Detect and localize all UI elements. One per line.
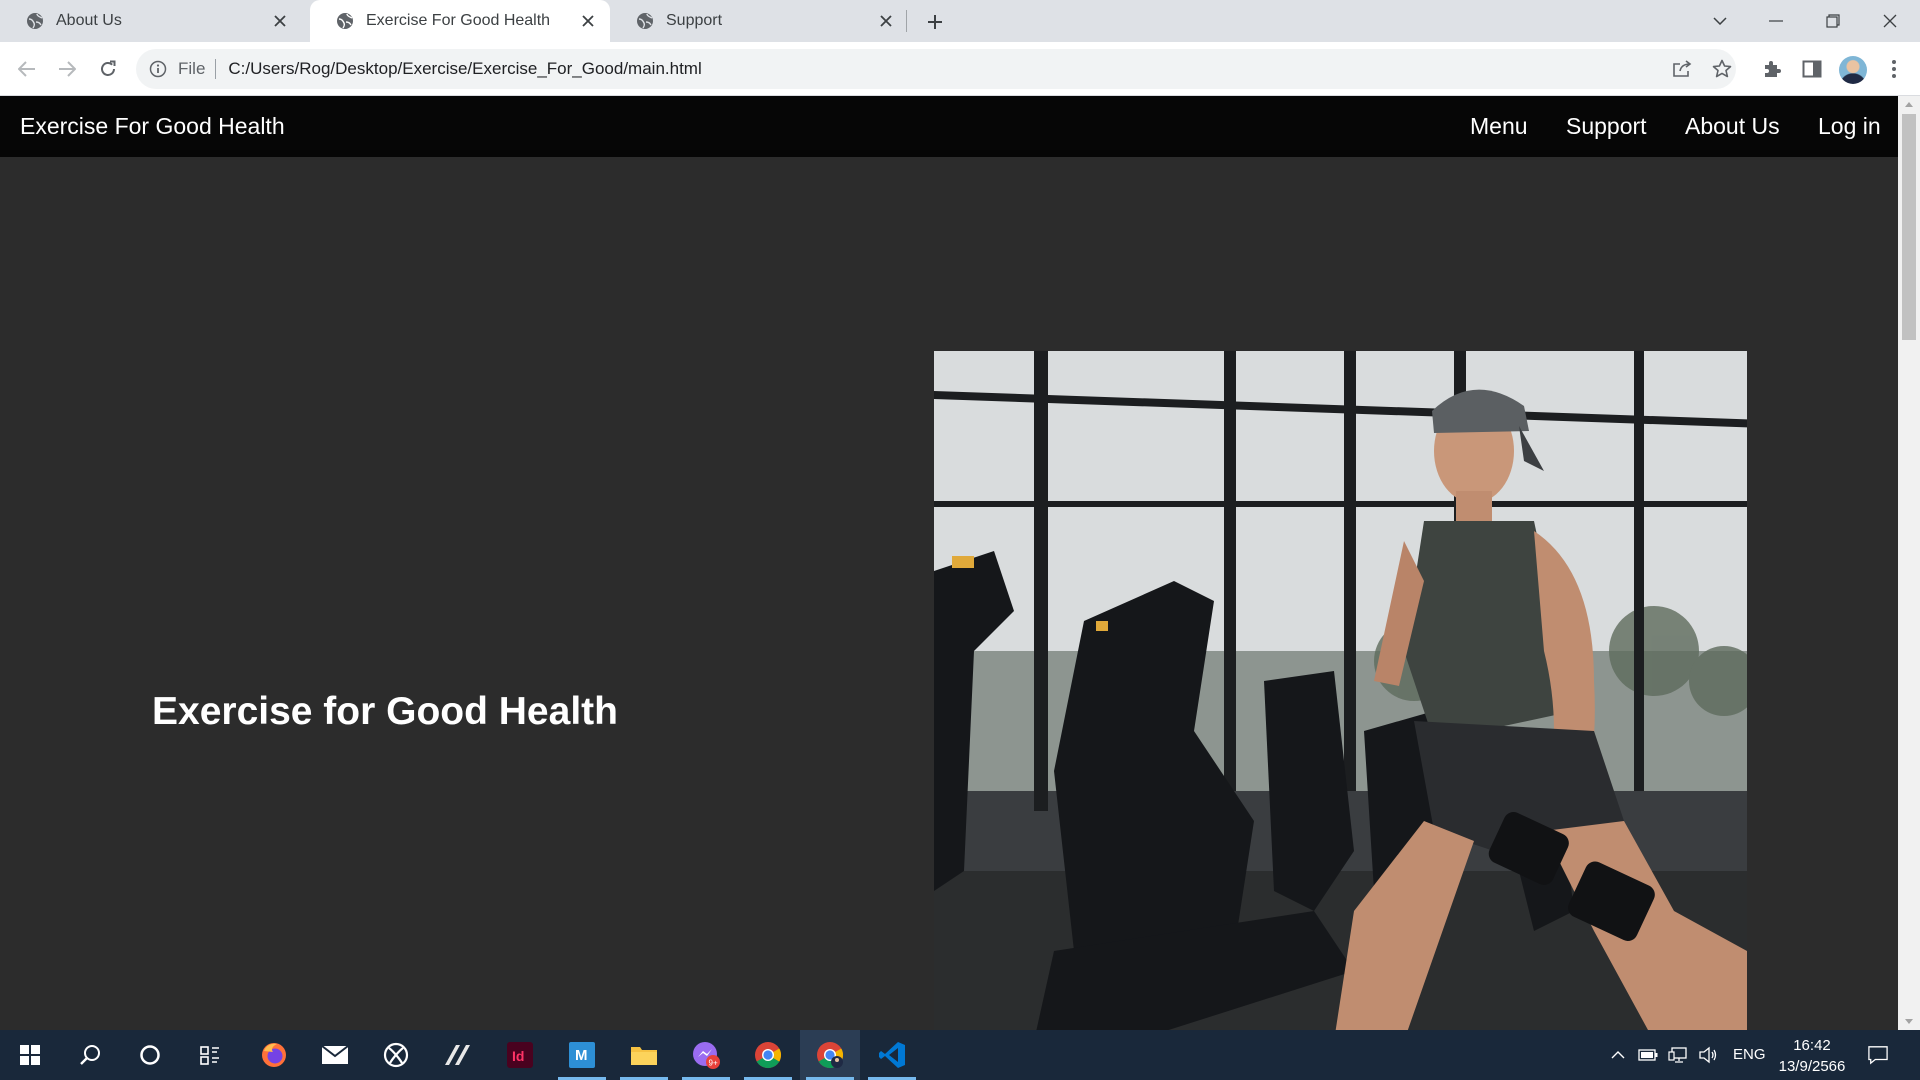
xbox-icon[interactable] bbox=[366, 1030, 426, 1080]
hero-image bbox=[934, 351, 1747, 1030]
network-icon[interactable] bbox=[1668, 1045, 1688, 1065]
minimize-button[interactable] bbox=[1748, 0, 1804, 42]
indesign-icon[interactable]: Id bbox=[490, 1030, 550, 1080]
tab-about-us[interactable]: About Us bbox=[0, 0, 302, 42]
windows-start-icon[interactable] bbox=[0, 1030, 60, 1080]
site-navbar: Exercise For Good Health Menu Support Ab… bbox=[0, 96, 1898, 157]
firefox-icon[interactable] bbox=[244, 1030, 304, 1080]
messenger-icon[interactable]: 9+ bbox=[676, 1030, 736, 1080]
input-language[interactable]: ENG bbox=[1733, 1046, 1766, 1063]
cortana-icon[interactable] bbox=[120, 1030, 180, 1080]
site-info-icon[interactable] bbox=[148, 59, 168, 79]
close-tab-icon[interactable] bbox=[578, 11, 598, 31]
clock-date: 13/9/2566 bbox=[1778, 1058, 1846, 1075]
share-icon[interactable] bbox=[1670, 57, 1694, 81]
kebab-menu-icon[interactable] bbox=[1882, 57, 1906, 81]
globe-icon bbox=[636, 12, 654, 30]
tab-strip: About Us Exercise For Good Health Suppor… bbox=[0, 0, 1920, 42]
notifications-icon[interactable] bbox=[1868, 1045, 1888, 1065]
globe-icon bbox=[336, 12, 354, 30]
nav-link-log-in[interactable]: Log in bbox=[1818, 113, 1881, 140]
tray-chevron-up-icon[interactable] bbox=[1608, 1045, 1628, 1065]
search-icon[interactable] bbox=[60, 1030, 120, 1080]
stylus-app-icon[interactable] bbox=[428, 1030, 488, 1080]
back-arrow-icon[interactable] bbox=[15, 57, 39, 81]
close-tab-icon[interactable] bbox=[270, 11, 290, 31]
vscode-icon[interactable] bbox=[862, 1030, 922, 1080]
nav-link-menu[interactable]: Menu bbox=[1470, 113, 1528, 140]
tab-divider bbox=[906, 10, 907, 32]
svg-text:M: M bbox=[575, 1047, 588, 1064]
page-scrollbar[interactable] bbox=[1898, 96, 1920, 1030]
bookmark-star-icon[interactable] bbox=[1710, 57, 1734, 81]
mail-icon[interactable] bbox=[305, 1030, 365, 1080]
new-tab-button[interactable] bbox=[922, 9, 948, 35]
tab-exercise-for-good-health[interactable]: Exercise For Good Health bbox=[310, 0, 610, 42]
tab-title: Support bbox=[666, 12, 723, 29]
restore-button[interactable] bbox=[1805, 0, 1861, 42]
app-m-icon[interactable]: M bbox=[552, 1030, 612, 1080]
address-divider bbox=[215, 59, 217, 79]
reload-icon[interactable] bbox=[96, 57, 120, 81]
scrollbar-thumb[interactable] bbox=[1902, 114, 1916, 340]
chrome-icon[interactable] bbox=[738, 1030, 798, 1080]
profile-avatar[interactable] bbox=[1839, 56, 1867, 84]
browser-toolbar: File C:/Users/Rog/Desktop/Exercise/Exerc… bbox=[0, 42, 1920, 96]
tab-search-chevron-icon[interactable] bbox=[1692, 0, 1748, 42]
scroll-down-arrow-icon[interactable] bbox=[1904, 1016, 1914, 1026]
tab-title: Exercise For Good Health bbox=[366, 12, 551, 29]
scroll-up-arrow-icon[interactable] bbox=[1904, 100, 1914, 110]
task-view-icon[interactable] bbox=[180, 1030, 240, 1080]
system-clock[interactable]: 16:42 13/9/2566 bbox=[1770, 1035, 1854, 1077]
page-viewport: Exercise For Good Health Menu Support Ab… bbox=[0, 96, 1898, 1030]
nav-link-support[interactable]: Support bbox=[1566, 113, 1647, 140]
gym-photo-illustration bbox=[934, 351, 1747, 1030]
battery-icon[interactable] bbox=[1638, 1045, 1658, 1065]
close-window-button[interactable] bbox=[1862, 0, 1918, 42]
tab-title: About Us bbox=[56, 12, 122, 29]
svg-text:Id: Id bbox=[512, 1048, 524, 1064]
chrome-profile-icon[interactable] bbox=[800, 1030, 860, 1080]
side-panel-icon[interactable] bbox=[1800, 57, 1824, 81]
tab-support[interactable]: Support bbox=[610, 0, 908, 42]
hero-title: Exercise for Good Health bbox=[152, 690, 618, 733]
globe-icon bbox=[26, 12, 44, 30]
site-brand-link[interactable]: Exercise For Good Health bbox=[20, 113, 285, 140]
volume-icon[interactable] bbox=[1698, 1045, 1718, 1065]
windows-taskbar: Id M 9+ ENG 16:42 13/9/2566 bbox=[0, 1030, 1920, 1080]
close-tab-icon[interactable] bbox=[876, 11, 896, 31]
forward-arrow-icon[interactable] bbox=[55, 57, 79, 81]
file-explorer-icon[interactable] bbox=[614, 1030, 674, 1080]
clock-time: 16:42 bbox=[1793, 1037, 1831, 1054]
extensions-puzzle-icon[interactable] bbox=[1760, 57, 1784, 81]
nav-link-about-us[interactable]: About Us bbox=[1685, 113, 1780, 140]
address-bar[interactable]: File C:/Users/Rog/Desktop/Exercise/Exerc… bbox=[136, 49, 1736, 89]
svg-text:9+: 9+ bbox=[709, 1059, 718, 1068]
url-text[interactable]: C:/Users/Rog/Desktop/Exercise/Exercise_F… bbox=[228, 59, 701, 79]
scheme-label: File bbox=[178, 59, 206, 78]
